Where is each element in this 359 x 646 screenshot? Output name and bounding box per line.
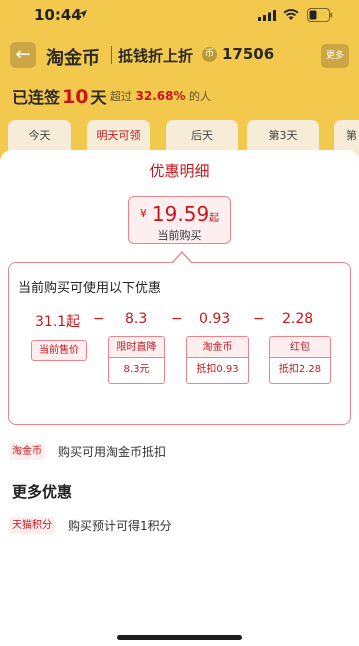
location-arrow-icon [79,10,87,18]
streak-days: 10 [62,86,89,108]
more-button[interactable]: 更多 [321,44,349,68]
status-bar: 10:44 [0,0,359,32]
current-price-box: ¥ 19.59起 当前购买 [128,196,231,244]
nav-subtitle: 抵钱折上折 [118,47,194,65]
badge-amount: 抵扣0.93 [196,364,239,375]
badge-current-price: 当前售价 [31,340,87,361]
signal-icon [258,10,276,21]
coin-balance: 17506 [222,45,275,63]
ranking-percent: 32.68% [135,89,186,103]
badge-label: 红包 [270,337,330,358]
top-nav-bar: ← 淘金币 抵钱折上折 币 17506 更多 [0,38,359,72]
streak-label: 已连签 [12,88,61,107]
ranking-suffix: 的人 [188,90,211,103]
minus-sign: − [253,311,265,327]
streak-ranking: 超过 32.68% 的人 [110,88,211,104]
price-label: 当前购买 [157,229,202,242]
minus-sign: − [93,311,105,327]
nav-divider [111,46,112,64]
badge-flash-discount: 限时直降 8.3元 [108,336,165,384]
price-currency: ¥ [139,207,147,220]
streak-unit: 天 [90,88,107,107]
battery-icon [307,8,333,22]
coin-tag: 淘金币 [9,443,45,460]
value-original-price: 31.1起 [35,314,81,330]
value-flash-discount: 8.3 [125,311,148,327]
badge-amount: 抵扣2.28 [278,364,322,375]
value-coin-deduction: 0.93 [199,311,231,327]
coin-row-text: 购买可用淘金币抵扣 [58,445,167,459]
tmall-points-tag: 天猫积分 [9,517,55,534]
badge-label: 限时直降 [109,337,164,358]
price-value: 19.59 [151,202,210,226]
breakdown-title: 当前购买可使用以下优惠 [18,281,162,296]
sheet-title: 优惠明细 [149,162,210,180]
home-indicator [117,635,242,640]
price-suffix: 起 [209,213,220,224]
ranking-prefix: 超过 [110,90,132,103]
wifi-icon [283,9,299,20]
coin-icon: 币 [202,47,217,62]
checkin-streak: 已连签 10 天 [12,84,106,108]
minus-sign: − [171,311,183,327]
badge-amount: 8.3元 [123,364,150,375]
back-button[interactable]: ← [10,42,36,68]
more-offers-title: 更多优惠 [12,483,73,501]
card-pointer [173,253,191,263]
status-time: 10:44 [34,6,82,24]
taojinbi-logo: 淘金币 [46,48,100,69]
discount-breakdown-card: 当前购买可使用以下优惠 31.1起 − 8.3 − 0.93 − 2.28 当前… [8,262,351,425]
badge-label: 淘金币 [187,337,248,358]
badge-red-packet: 红包 抵扣2.28 [269,336,331,384]
badge-coin-deduction: 淘金币 抵扣0.93 [186,336,249,384]
points-row-text: 购买预计可得1积分 [68,519,172,533]
value-red-packet: 2.28 [282,311,314,327]
